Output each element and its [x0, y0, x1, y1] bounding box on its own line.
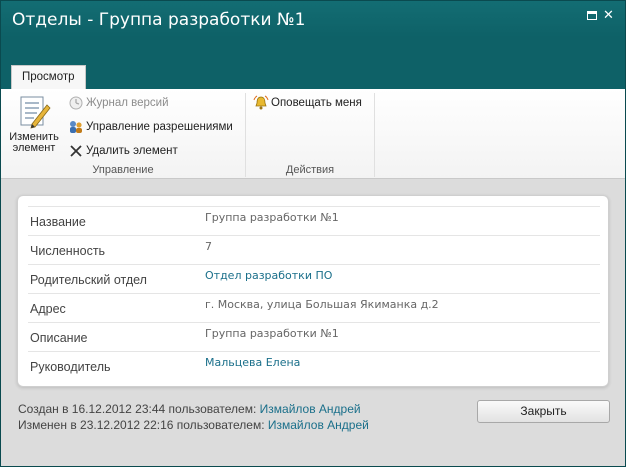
ribbon: Изменить элемент Журнал версий Управлени… [1, 89, 625, 179]
modified-info: Изменен в 23.12.2012 22:16 пользователем… [18, 418, 369, 432]
version-history-label: Журнал версий [86, 97, 169, 109]
field-label: Численность [30, 244, 106, 258]
field-row: Название Группа разработки №1 [28, 207, 600, 236]
field-row: Родительский отдел Отдел разработки ПО [28, 265, 600, 294]
version-history-button[interactable]: Журнал версий [68, 94, 169, 112]
delete-icon [70, 145, 82, 157]
item-properties-card: Название Группа разработки №1 Численност… [17, 195, 609, 387]
dialog-window: Отделы - Группа разработки №1 ✕ Просмотр… [0, 0, 626, 467]
created-info: Создан в 16.12.2012 23:44 пользователем:… [18, 402, 361, 416]
manage-permissions-button[interactable]: Управление разрешениями [68, 118, 233, 136]
close-icon[interactable]: ✕ [603, 8, 614, 21]
close-button[interactable]: Закрыть [477, 400, 610, 423]
field-row: Руководитель Мальцева Елена [28, 352, 600, 381]
alert-me-button[interactable]: Оповещать меня [253, 94, 362, 112]
ribbon-group-divider [374, 93, 375, 177]
permissions-icon [70, 120, 82, 133]
field-label: Адрес [30, 302, 66, 316]
bell-icon [253, 95, 269, 110]
window-title: Отделы - Группа разработки №1 [12, 10, 306, 30]
field-value: г. Москва, улица Большая Якиманка д.2 [205, 298, 439, 311]
delete-item-button[interactable]: Удалить элемент [68, 142, 178, 160]
group-label-manage: Управление [92, 164, 154, 176]
modified-by-link[interactable]: Измайлов Андрей [268, 418, 369, 432]
field-row: Численность 7 [28, 236, 600, 265]
title-bar: Отделы - Группа разработки №1 ✕ [1, 1, 625, 37]
manage-permissions-label: Управление разрешениями [86, 121, 233, 133]
field-label: Руководитель [30, 360, 111, 374]
group-label-actions: Действия [285, 164, 335, 176]
field-label: Родительский отдел [30, 273, 147, 287]
created-prefix: Создан в 16.12.2012 23:44 пользователем: [18, 402, 257, 416]
edit-item-label-line2: элемент [12, 142, 56, 154]
delete-item-label: Удалить элемент [86, 145, 178, 157]
field-value: Группа разработки №1 [205, 211, 339, 224]
created-by-link[interactable]: Измайлов Андрей [260, 402, 361, 416]
version-history-icon [69, 96, 83, 110]
field-row: Описание Группа разработки №1 [28, 323, 600, 352]
ribbon-tab-strip: Просмотр [1, 37, 625, 89]
edit-item-icon [20, 96, 51, 129]
tab-view[interactable]: Просмотр [11, 65, 86, 89]
field-value: 7 [205, 240, 212, 253]
field-label: Описание [30, 331, 88, 345]
field-row: Адрес г. Москва, улица Большая Якиманка … [28, 294, 600, 323]
manager-link[interactable]: Мальцева Елена [205, 356, 300, 369]
parent-department-link[interactable]: Отдел разработки ПО [205, 269, 332, 282]
field-value: Группа разработки №1 [205, 327, 339, 340]
maximize-icon[interactable] [587, 11, 597, 20]
edit-item-button[interactable]: Изменить элемент [5, 95, 63, 157]
modified-prefix: Изменен в 23.12.2012 22:16 пользователем… [18, 418, 265, 432]
field-label: Название [30, 215, 86, 229]
alert-me-label: Оповещать меня [271, 97, 362, 109]
